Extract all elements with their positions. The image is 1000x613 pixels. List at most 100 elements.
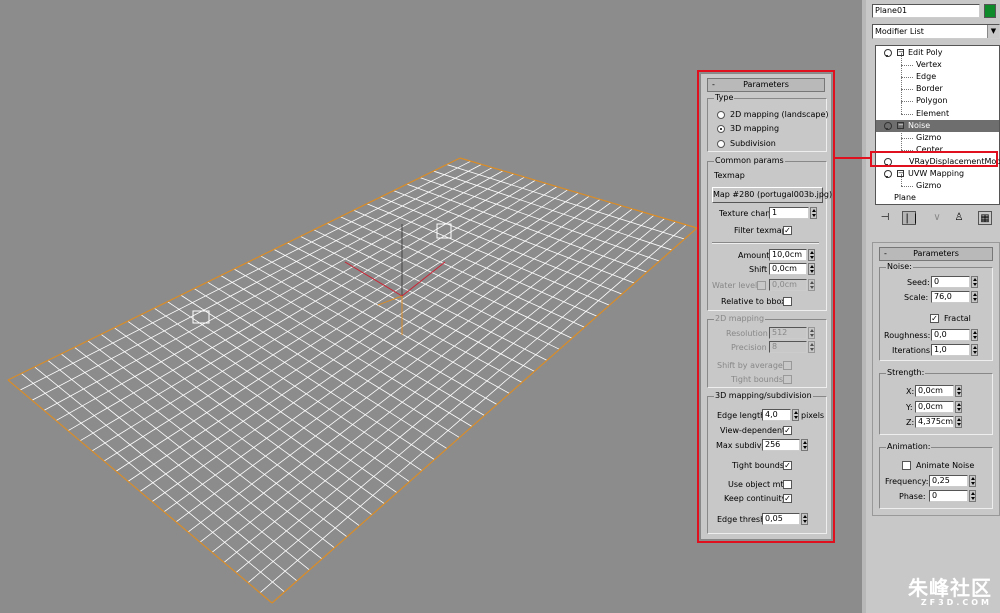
strength-y-field[interactable]: 0,0cm — [915, 401, 954, 413]
grid-line — [79, 176, 525, 442]
highlight-connector — [835, 157, 871, 159]
tree-line — [901, 137, 902, 150]
tree-line — [901, 186, 913, 188]
tree-line — [901, 77, 913, 79]
noise-rollout: - Parameters Noise: Seed: 0 Scale: 76,0 ✓… — [872, 242, 1000, 516]
stack-item-label: Gizmo — [916, 181, 942, 191]
stack-item-label: Edge — [916, 72, 937, 82]
tree-line — [901, 125, 902, 138]
tree-line — [901, 101, 913, 103]
stack-item[interactable]: Border — [876, 77, 999, 95]
stack-item[interactable]: − UVW Mapping — [876, 168, 999, 180]
command-panel: Plane01 Modifier List ▼ − Edit Poly Vertex… — [862, 0, 1000, 613]
tree-line — [901, 113, 913, 115]
stack-item[interactable]: − Edit Poly — [876, 47, 999, 59]
highlight-frame — [697, 70, 835, 543]
grid-line — [187, 205, 622, 533]
iterations-label: Iterations: — [892, 346, 933, 355]
animate-noise-label: Animate Noise — [916, 461, 975, 470]
stack-item[interactable]: − Noise — [876, 119, 999, 132]
stack-item[interactable]: Polygon — [876, 89, 999, 107]
modifier-stack[interactable]: − Edit Poly Vertex Edge Border Polygon Element… — [875, 45, 1000, 205]
tree-line — [901, 89, 913, 91]
light-bulb-icon[interactable] — [884, 121, 892, 130]
grid-line — [19, 160, 471, 391]
phase-label: Phase: — [899, 492, 926, 501]
stack-item[interactable]: Edge — [876, 65, 999, 83]
grid-line — [67, 173, 515, 432]
stack-item[interactable]: Vertex — [876, 53, 999, 71]
fractal-checkbox[interactable]: ✓ — [930, 314, 939, 323]
iterations-spinner[interactable] — [971, 344, 978, 356]
grid-line — [43, 167, 493, 411]
roughness-spinner[interactable] — [971, 329, 978, 341]
strength-x-spinner[interactable] — [955, 385, 962, 397]
fractal-label: Fractal — [944, 314, 971, 323]
roughness-field[interactable]: 0,0 — [931, 329, 970, 341]
stack-item[interactable]: Element — [876, 101, 999, 120]
plane-edge — [459, 157, 698, 229]
seed-field[interactable]: 0 — [931, 276, 970, 288]
scale-field[interactable]: 76,0 — [931, 291, 970, 303]
noise-gizmo-icon — [192, 310, 210, 324]
plane-edge — [7, 157, 461, 381]
tree-line — [901, 101, 902, 114]
y-label: Y: — [906, 403, 913, 412]
plane-edge — [271, 227, 698, 604]
show-end-result-icon[interactable]: ❘❘ — [902, 211, 920, 225]
strength-x-field[interactable]: 0,0cm — [915, 385, 954, 397]
frequency-spinner[interactable] — [969, 475, 976, 487]
tree-line — [901, 89, 902, 102]
strength-z-field[interactable]: 4,375cm — [915, 416, 954, 428]
light-bulb-icon[interactable] — [884, 170, 892, 178]
modifier-list-dropdown[interactable]: Modifier List — [872, 24, 1000, 39]
stack-item[interactable]: Gizmo — [876, 174, 999, 192]
stack-highlight — [870, 151, 998, 167]
grid-line — [91, 179, 536, 452]
grid-line — [139, 192, 579, 492]
stack-item-label: Border — [916, 84, 943, 94]
stack-item[interactable]: Plane — [876, 192, 999, 204]
stack-item-label: Element — [916, 108, 950, 118]
tree-line — [901, 65, 902, 78]
phase-spinner[interactable] — [969, 490, 976, 502]
object-color-swatch[interactable] — [984, 4, 996, 18]
grid-line — [247, 221, 676, 584]
z-label: Z: — [906, 418, 915, 427]
tree-line — [901, 53, 902, 66]
stack-item-label: Polygon — [916, 96, 948, 106]
tree-line — [901, 137, 913, 139]
roughness-label: Roughness: — [884, 331, 931, 340]
grid-line — [55, 170, 504, 421]
animate-noise-checkbox[interactable] — [902, 461, 911, 470]
watermark: 朱峰社区 ZF3D.COM — [908, 576, 992, 607]
stack-item-label: Edit Poly — [908, 48, 943, 57]
iterations-field[interactable]: 1,0 — [931, 344, 970, 356]
modifier-list-label: Modifier List — [875, 27, 924, 36]
tree-line — [901, 77, 902, 90]
strength-y-spinner[interactable] — [955, 401, 962, 413]
strength-z-spinner[interactable] — [955, 416, 962, 428]
frequency-label: Frequency: — [885, 477, 929, 486]
remove-modifier-icon[interactable]: ♙ — [952, 211, 966, 225]
stack-item-label: Plane — [894, 193, 916, 203]
seed-spinner[interactable] — [971, 276, 978, 288]
object-name-field[interactable]: Plane01 — [872, 4, 980, 18]
scale-label: Scale: — [904, 293, 929, 302]
grid-line — [211, 211, 644, 553]
stack-item[interactable]: Gizmo — [876, 125, 999, 144]
stack-item-label: Noise — [908, 120, 931, 130]
noise-parameters-header[interactable]: - Parameters — [879, 247, 993, 261]
light-bulb-icon[interactable] — [884, 49, 892, 57]
tree-line — [901, 174, 902, 187]
stack-item-label: Gizmo — [916, 132, 942, 142]
tree-line — [901, 65, 913, 67]
stack-toolbar: ⊣ ❘❘ ∨ ♙ ▦ — [872, 206, 1000, 230]
pin-stack-icon[interactable]: ⊣ — [878, 211, 892, 225]
phase-field[interactable]: 0 — [929, 490, 968, 502]
configure-sets-icon[interactable]: ▦ — [978, 211, 992, 225]
frequency-field[interactable]: 0,25 — [929, 475, 968, 487]
scale-spinner[interactable] — [971, 291, 978, 303]
chevron-down-icon[interactable]: ▼ — [987, 25, 999, 38]
make-unique-icon[interactable]: ∨ — [930, 211, 944, 225]
